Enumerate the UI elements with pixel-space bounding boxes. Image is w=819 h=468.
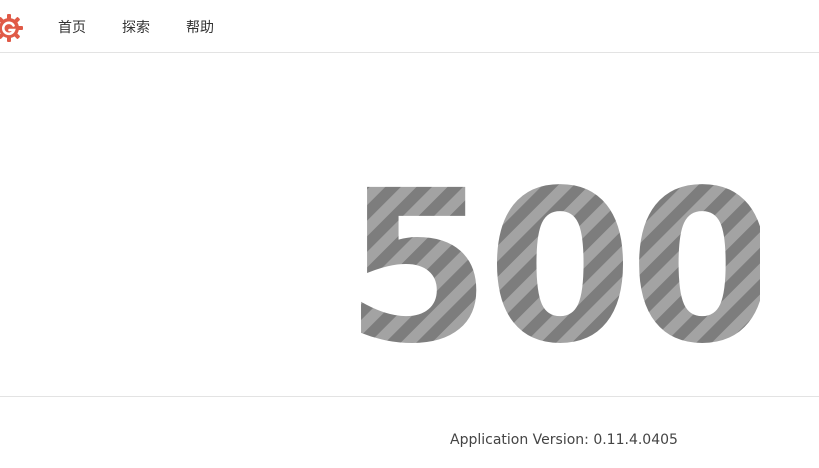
error-code-display: 500 xyxy=(360,150,760,370)
top-navbar: 首页 探索 帮助 xyxy=(0,0,819,53)
page: 首页 探索 帮助 500 Application Version: 0.11.4… xyxy=(0,0,819,468)
nav-help[interactable]: 帮助 xyxy=(186,18,214,38)
nav-explore[interactable]: 探索 xyxy=(122,18,150,38)
footer: Application Version: 0.11.4.0405 xyxy=(0,397,819,468)
gear-logo-icon[interactable] xyxy=(0,13,24,43)
nav-home[interactable]: 首页 xyxy=(58,18,86,38)
error-code-text: 500 xyxy=(360,150,760,370)
app-version-text: Application Version: 0.11.4.0405 xyxy=(450,432,678,448)
